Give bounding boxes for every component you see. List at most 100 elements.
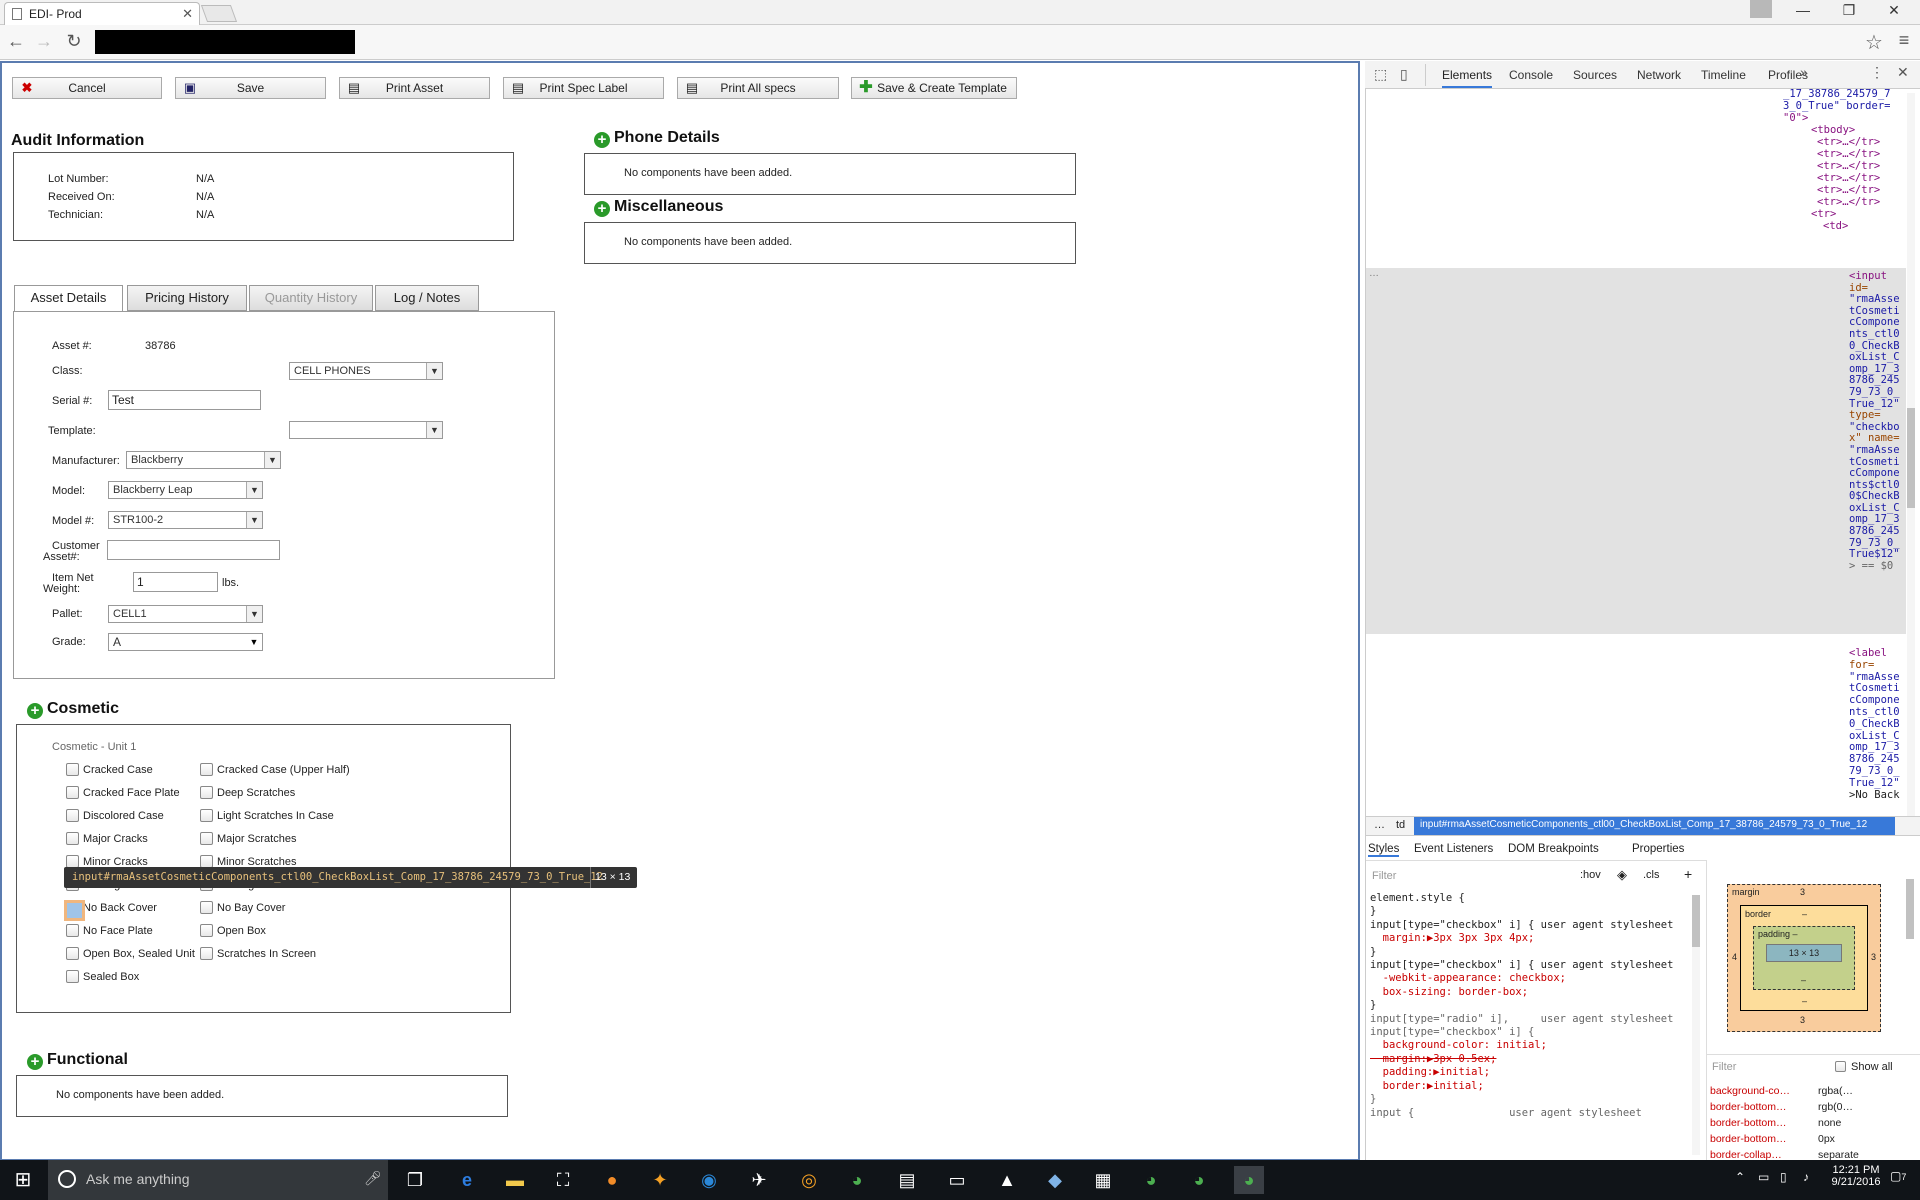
- cosmetic-option[interactable]: Open Box: [200, 922, 370, 938]
- devtools-tab-elements[interactable]: Elements: [1442, 68, 1493, 88]
- edge-icon[interactable]: e: [452, 1166, 482, 1194]
- cosmetic-option[interactable]: Scratches In Screen: [200, 945, 370, 961]
- template-select[interactable]: ▼: [289, 421, 443, 439]
- app-icon[interactable]: ✦: [645, 1166, 675, 1194]
- new-tab-button[interactable]: [200, 5, 238, 22]
- tray-chevron-icon[interactable]: ⌃: [1735, 1170, 1745, 1184]
- browser-tab[interactable]: EDI- Prod ✕: [4, 2, 200, 25]
- manufacturer-select[interactable]: Blackberry ▼: [126, 451, 281, 469]
- class-select[interactable]: CELL PHONES ▼: [289, 362, 443, 380]
- add-phone-details-icon[interactable]: +: [594, 132, 610, 148]
- cosmetic-option[interactable]: Sealed Box: [66, 968, 236, 984]
- styles-subtab[interactable]: DOM Breakpoints: [1508, 843, 1599, 855]
- styles-subtab[interactable]: Event Listeners: [1414, 843, 1493, 855]
- dom-line[interactable]: <tr>: [1811, 208, 1836, 221]
- devtools-close-icon[interactable]: ✕: [1897, 64, 1909, 81]
- show-all-checkbox[interactable]: [1835, 1061, 1846, 1072]
- document-icon[interactable]: ▤: [892, 1166, 922, 1194]
- cosmetic-option[interactable]: Cracked Case (Upper Half): [200, 761, 370, 777]
- add-misc-icon[interactable]: +: [594, 201, 610, 217]
- chrome-icon-active[interactable]: ◕: [1234, 1166, 1264, 1194]
- back-arrow-icon[interactable]: ←: [6, 31, 26, 52]
- inspect-element-icon[interactable]: ⬚: [1374, 66, 1387, 83]
- dom-line[interactable]: <tr>…</tr>: [1817, 136, 1880, 149]
- firefox-icon[interactable]: ●: [597, 1166, 627, 1194]
- breadcrumb-selected[interactable]: input#rmaAssetCosmeticComponents_ctl00_C…: [1414, 817, 1895, 835]
- cancel-button[interactable]: ✖ Cancel: [12, 77, 162, 99]
- dom-input-node[interactable]: <input id= "rmaAsse tCosmeti cCompone nts_ctl…: [1849, 270, 1909, 572]
- cosmetic-option[interactable]: Deep Scratches: [200, 784, 370, 800]
- grade-select[interactable]: A ▼: [108, 633, 263, 651]
- breadcrumb-dots[interactable]: …: [1374, 819, 1385, 831]
- item-weight-input[interactable]: 1: [133, 572, 218, 592]
- star-icon[interactable]: ☆: [1864, 30, 1884, 55]
- computed-filter-input[interactable]: Filter: [1712, 1061, 1736, 1073]
- dom-line[interactable]: 3_0_True" border=: [1783, 100, 1890, 113]
- customer-asset-input[interactable]: [107, 540, 280, 560]
- color-format-icon[interactable]: ◈: [1617, 867, 1627, 883]
- dom-line[interactable]: <tr>…</tr>: [1817, 172, 1880, 185]
- dom-line[interactable]: "0">: [1783, 112, 1808, 125]
- dom-line[interactable]: <tbody>: [1811, 124, 1855, 137]
- checkbox[interactable]: [66, 947, 79, 960]
- checkbox[interactable]: [66, 763, 79, 776]
- tab-quantity-history[interactable]: Quantity History: [249, 285, 373, 311]
- add-cosmetic-icon[interactable]: +: [27, 703, 43, 719]
- volume-icon[interactable]: ♪: [1803, 1170, 1809, 1184]
- highlighted-checkbox[interactable]: [64, 900, 85, 921]
- dom-line[interactable]: <td>: [1823, 220, 1848, 233]
- store-icon[interactable]: ⛶: [548, 1166, 578, 1194]
- print-all-specs-button[interactable]: ▤ Print All specs: [677, 77, 839, 99]
- dom-line[interactable]: _17_38786_24579_7: [1783, 88, 1890, 101]
- computed-property[interactable]: border-bottom… none: [1710, 1115, 1910, 1131]
- app-icon[interactable]: ◆: [1040, 1166, 1070, 1194]
- styles-subtab[interactable]: Properties: [1632, 843, 1684, 855]
- restore-icon[interactable]: ❐: [1829, 2, 1869, 19]
- save-button[interactable]: ▣ Save: [175, 77, 326, 99]
- app-icon[interactable]: ◎: [794, 1166, 824, 1194]
- print-asset-button[interactable]: ▤ Print Asset: [339, 77, 490, 99]
- hov-toggle[interactable]: :hov: [1580, 869, 1601, 881]
- action-center-icon[interactable]: ▢7: [1890, 1169, 1906, 1183]
- tab-log-notes[interactable]: Log / Notes: [375, 285, 479, 311]
- profile-icon[interactable]: [1750, 0, 1772, 18]
- url-field[interactable]: [95, 30, 355, 54]
- cortana-search[interactable]: Ask me anything 🎤︎: [48, 1160, 388, 1200]
- styles-subtab[interactable]: Styles: [1368, 843, 1400, 857]
- more-tabs-icon[interactable]: »: [1800, 64, 1808, 80]
- devtools-tab-network[interactable]: Network: [1637, 68, 1681, 82]
- checkbox[interactable]: [200, 832, 213, 845]
- new-style-rule-icon[interactable]: +: [1684, 866, 1692, 882]
- reload-icon[interactable]: ↻: [64, 31, 84, 52]
- checkbox[interactable]: [200, 924, 213, 937]
- dom-line[interactable]: <tr>…</tr>: [1817, 196, 1880, 209]
- task-view-icon[interactable]: ❐: [400, 1166, 430, 1194]
- battery-icon[interactable]: ▯: [1780, 1170, 1787, 1184]
- serial-input[interactable]: Test: [108, 390, 261, 410]
- checkbox[interactable]: [200, 763, 213, 776]
- cosmetic-option[interactable]: Light Scratches In Case: [200, 807, 370, 823]
- styles-filter-input[interactable]: Filter: [1372, 870, 1396, 882]
- terminal-icon[interactable]: ▭: [942, 1166, 972, 1194]
- dom-line[interactable]: <tr>…</tr>: [1817, 160, 1880, 173]
- chrome-icon[interactable]: ◕: [1136, 1166, 1166, 1194]
- app-icon[interactable]: ◉: [694, 1166, 724, 1194]
- model-number-select[interactable]: STR100-2 ▼: [108, 511, 263, 529]
- styles-scrollbar[interactable]: [1692, 895, 1700, 1155]
- chrome-icon[interactable]: ◕: [842, 1166, 872, 1194]
- chrome-icon[interactable]: ◕: [1184, 1166, 1214, 1194]
- clock[interactable]: 12:21 PM 9/21/2016: [1826, 1164, 1886, 1188]
- forward-arrow-icon[interactable]: →: [34, 31, 54, 52]
- tab-asset-details[interactable]: Asset Details: [14, 285, 123, 312]
- devtools-menu-icon[interactable]: ⋮: [1870, 64, 1884, 81]
- checkbox[interactable]: [200, 786, 213, 799]
- computed-property[interactable]: background-co… rgba(…: [1710, 1083, 1910, 1099]
- windows-start-icon[interactable]: ⊞: [8, 1166, 38, 1194]
- checkbox[interactable]: [66, 786, 79, 799]
- print-spec-label-button[interactable]: ▤ Print Spec Label: [503, 77, 664, 99]
- checkbox[interactable]: [200, 901, 213, 914]
- file-explorer-icon[interactable]: ▬: [500, 1166, 530, 1194]
- dom-scrollbar[interactable]: [1907, 93, 1915, 819]
- app-icon[interactable]: ▦: [1088, 1166, 1118, 1194]
- checkbox[interactable]: [200, 809, 213, 822]
